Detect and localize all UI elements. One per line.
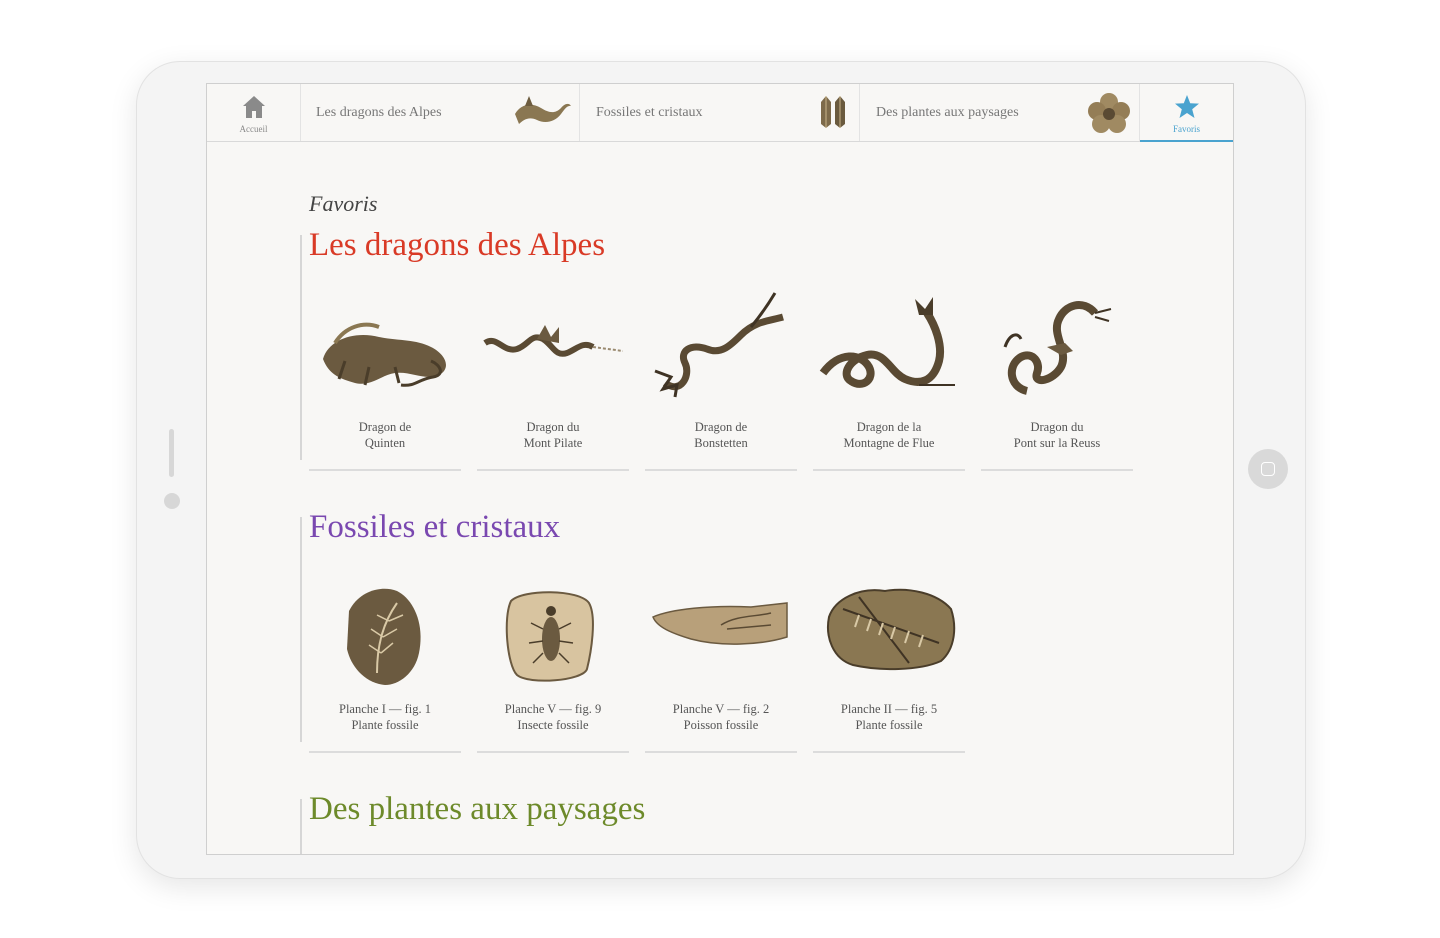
dragon-engraving-icon — [483, 325, 623, 357]
favorite-card[interactable]: Dragon de Bonstetten — [645, 291, 797, 471]
fossil-leaf-engraving-icon — [347, 588, 421, 685]
card-title-line1: Dragon du — [1030, 420, 1084, 434]
card-title-line2: Insecte fossile — [517, 718, 589, 732]
dragon-icon — [515, 96, 571, 124]
nav-home-label: Accueil — [239, 124, 268, 134]
app-screen: Accueil Les dragons des Alpes Fossiles e… — [206, 83, 1234, 855]
favorite-card[interactable]: Planche V — fig. 9 Insecte fossile — [477, 573, 629, 753]
card-title-line2: Pont sur la Reuss — [1013, 436, 1101, 450]
card-title-line1: Planche V — fig. 9 — [504, 702, 602, 716]
favorite-card[interactable]: Dragon du Mont Pilate — [477, 291, 629, 471]
section-rule — [300, 799, 302, 854]
nav-home-button[interactable]: Accueil — [207, 84, 301, 141]
section-rule — [300, 235, 302, 460]
card-title-line1: Dragon de la — [856, 420, 922, 434]
tab-plants[interactable]: Des plantes aux paysages — [860, 84, 1140, 141]
tab-fossils[interactable]: Fossiles et cristaux — [580, 84, 860, 141]
home-icon — [243, 96, 265, 118]
card-title-line2: Plante fossile — [855, 718, 923, 732]
section-title: Des plantes aux paysages — [309, 791, 646, 827]
favorite-card[interactable]: Planche I — fig. 1 Plante fossile — [309, 573, 461, 753]
volume-button — [169, 429, 174, 477]
card-title-line2: Montagne de Flue — [843, 436, 935, 450]
section-title: Les dragons des Alpes — [309, 227, 606, 263]
card-title-line1: Planche II — fig. 5 — [840, 702, 938, 716]
card-title-line2: Bonstetten — [694, 436, 748, 450]
favorite-card[interactable]: Planche II — fig. 5 Plante fossile — [813, 573, 965, 753]
card-title-line2: Mont Pilate — [523, 436, 583, 450]
favorite-card[interactable]: Dragon de la Montagne de Flue — [813, 291, 965, 471]
flower-icon — [1088, 93, 1130, 133]
card-title-line2: Poisson fossile — [683, 718, 759, 732]
fossil-fish-engraving-icon — [652, 602, 788, 645]
card-title-line2: Quinten — [364, 436, 406, 450]
star-icon — [1175, 95, 1199, 118]
dragon-engraving-icon — [819, 297, 955, 388]
card-title-line2: Plante fossile — [351, 718, 419, 732]
favorite-card[interactable]: Dragon du Pont sur la Reuss — [981, 291, 1133, 471]
dragon-engraving-icon — [323, 322, 446, 387]
tab-dragons-label: Les dragons des Alpes — [316, 105, 442, 120]
card-title-line1: Dragon de — [694, 420, 748, 434]
dragon-engraving-icon — [1003, 301, 1112, 395]
dragon-engraving-icon — [654, 292, 784, 398]
page-title: Favoris — [309, 191, 378, 216]
crystal-icon — [821, 96, 845, 128]
fossil-insect-engraving-icon — [505, 591, 594, 682]
nav-favorites-button[interactable]: Favoris — [1140, 84, 1233, 142]
section-title: Fossiles et cristaux — [309, 509, 561, 545]
card-title-line1: Planche I — fig. 1 — [339, 702, 431, 716]
tab-dragons[interactable]: Les dragons des Alpes — [300, 84, 580, 141]
card-title-line1: Dragon du — [526, 420, 580, 434]
card-title-line1: Dragon de — [358, 420, 412, 434]
favorite-card[interactable]: Dragon de Quinten — [309, 291, 461, 471]
fossil-fern-engraving-icon — [827, 588, 956, 671]
favorite-card[interactable]: Planche V — fig. 2 Poisson fossile — [645, 573, 797, 753]
nav-favorites-label: Favoris — [1173, 124, 1200, 134]
top-navigation: Accueil Les dragons des Alpes Fossiles e… — [207, 84, 1233, 142]
tab-fossils-label: Fossiles et cristaux — [596, 105, 703, 120]
camera-dot — [164, 493, 180, 509]
card-title-line1: Planche V — fig. 2 — [672, 702, 770, 716]
section-rule — [300, 517, 302, 742]
tab-plants-label: Des plantes aux paysages — [876, 105, 1019, 120]
hardware-home-button[interactable] — [1248, 449, 1288, 489]
